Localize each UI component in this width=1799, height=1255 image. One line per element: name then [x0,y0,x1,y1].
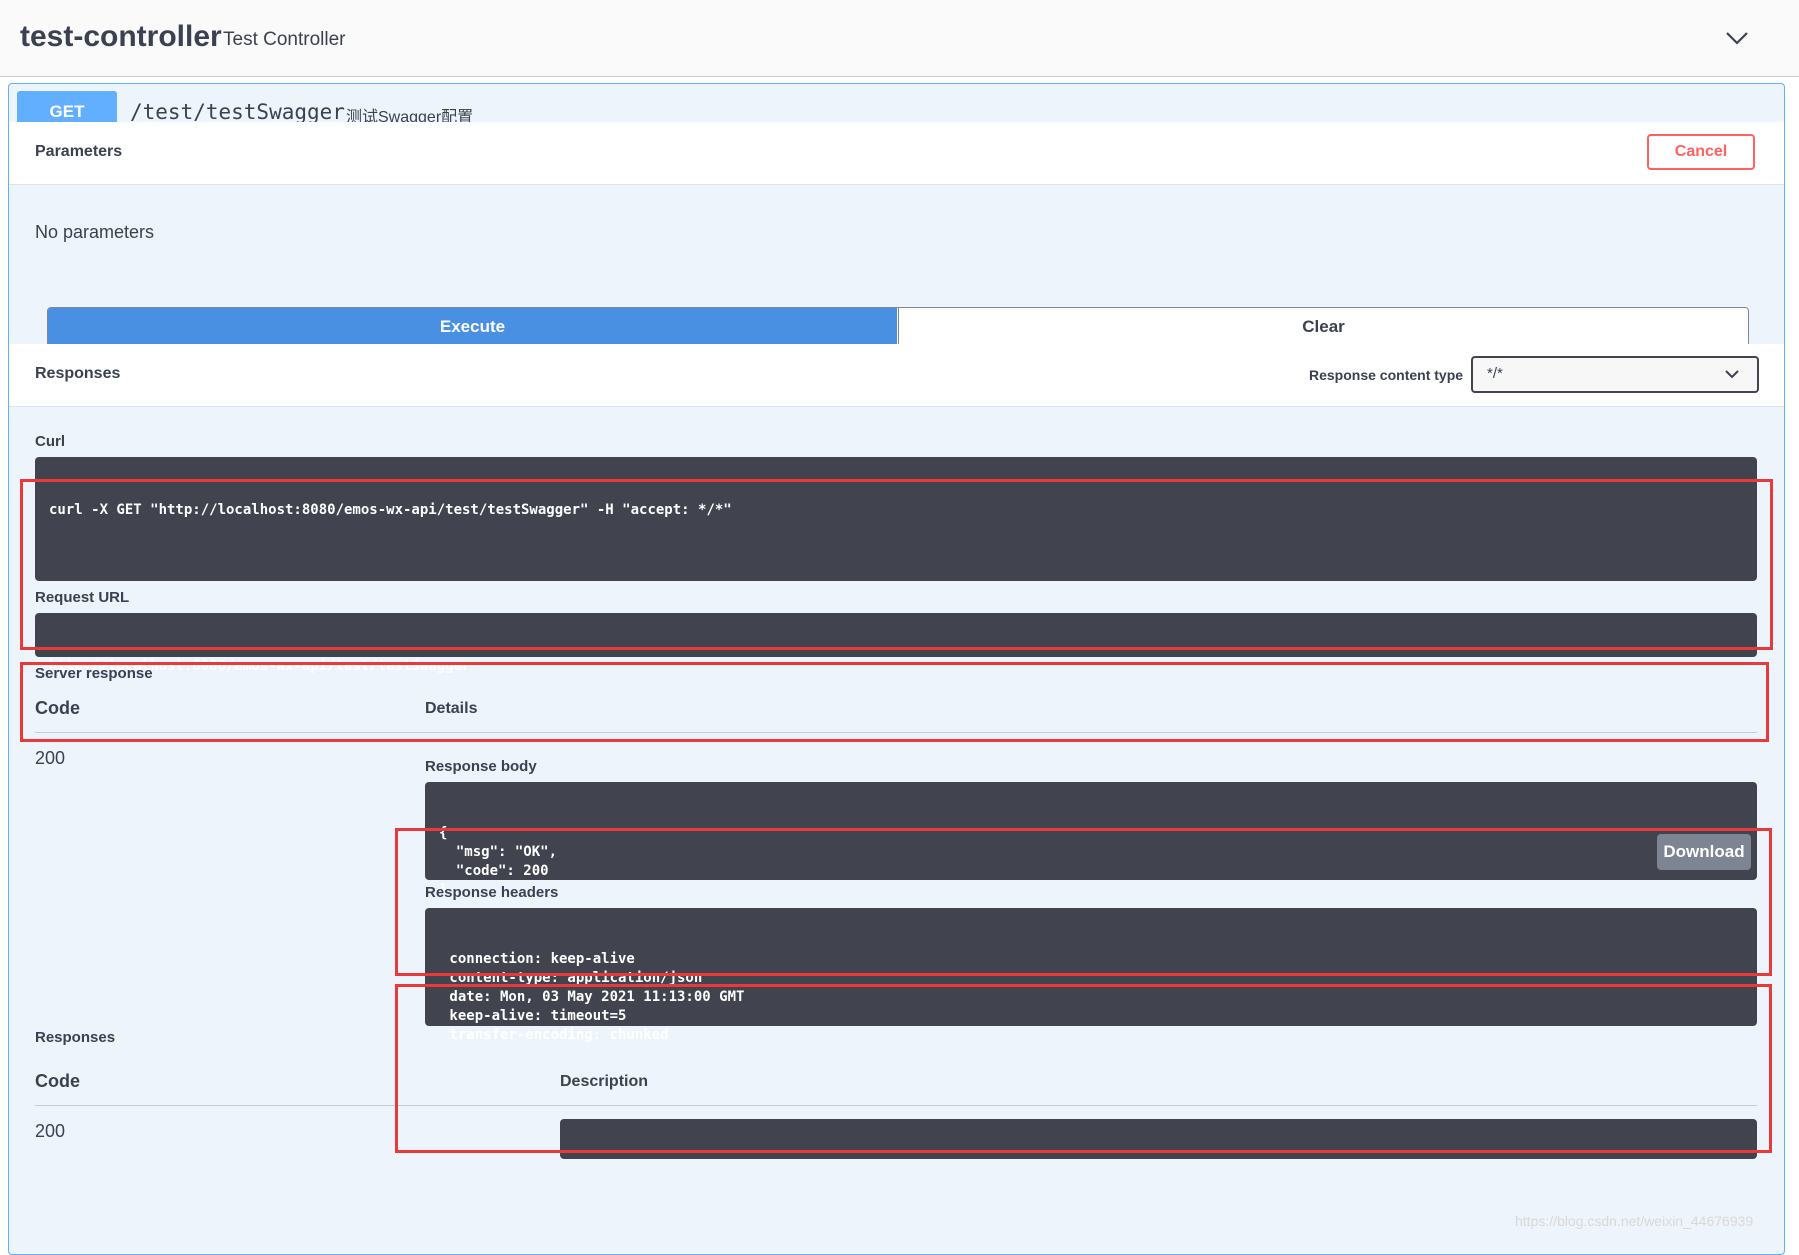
operation-path: /test/testSwagger [130,100,345,124]
operation-block: GET /test/testSwagger 测试Swagger配置 Parame… [8,83,1785,1255]
execute-wrapper: Execute Clear [47,307,1749,347]
tag-description: Test Controller [223,29,346,50]
cancel-button[interactable]: Cancel [1647,134,1755,170]
responses-code-header: Code [35,1071,80,1091]
request-url-label: Request URL [35,589,130,606]
server-response-label: Server response [35,665,153,682]
tag-header[interactable]: test-controller Test Controller [0,0,1799,77]
curl-code[interactable]: curl -X GET "http://localhost:8080/emos-… [35,457,1757,581]
execute-button[interactable]: Execute [48,308,897,346]
responses-title: Responses [35,365,121,382]
divider [35,1105,1757,1106]
response-headers: connection: keep-alive content-type: app… [449,951,745,1043]
response-content-type-value: */* [1487,365,1503,382]
responses-first-code: 200 [35,1121,66,1141]
server-response-code-header: Code [35,698,80,718]
chevron-down-icon [1725,370,1739,379]
download-button[interactable]: Download [1657,834,1751,870]
parameters-header: Parameters Cancel [9,122,1784,185]
clear-button[interactable]: Clear [898,308,1748,346]
response-status-code: 200 [35,748,66,768]
server-response-details-header: Details [425,700,478,717]
divider [35,732,1757,733]
curl-label: Curl [35,433,65,450]
curl-command: curl -X GET "http://localhost:8080/emos-… [49,502,732,518]
response-body-label: Response body [425,758,537,775]
response-content-type-label: Response content type [1309,367,1464,383]
request-url-value: http://localhost:8080/emos-wx-api/test/t… [49,658,471,674]
response-body: { "msg": "OK", "code": 200 } [439,825,558,898]
request-url-box[interactable]: http://localhost:8080/emos-wx-api/test/t… [35,613,1757,674]
responses-description-box [560,1119,1757,1159]
response-body-box[interactable]: { "msg": "OK", "code": 200 } Download [425,782,1757,898]
responses-table-title: Responses [35,1029,116,1046]
responses-description-header: Description [560,1073,649,1090]
response-headers-box[interactable]: connection: keep-alive content-type: app… [425,908,1757,1043]
watermark-text: https://blog.csdn.net/weixin_44676939 [1515,1213,1754,1229]
parameters-title: Parameters [35,143,123,160]
tag-name: test-controller [20,20,222,53]
no-parameters-text: No parameters [35,222,155,242]
chevron-down-icon[interactable] [1725,28,1749,48]
responses-header: Responses Response content type */* [9,344,1784,407]
response-headers-label: Response headers [425,884,559,901]
response-content-type-select[interactable]: */* [1471,356,1759,393]
